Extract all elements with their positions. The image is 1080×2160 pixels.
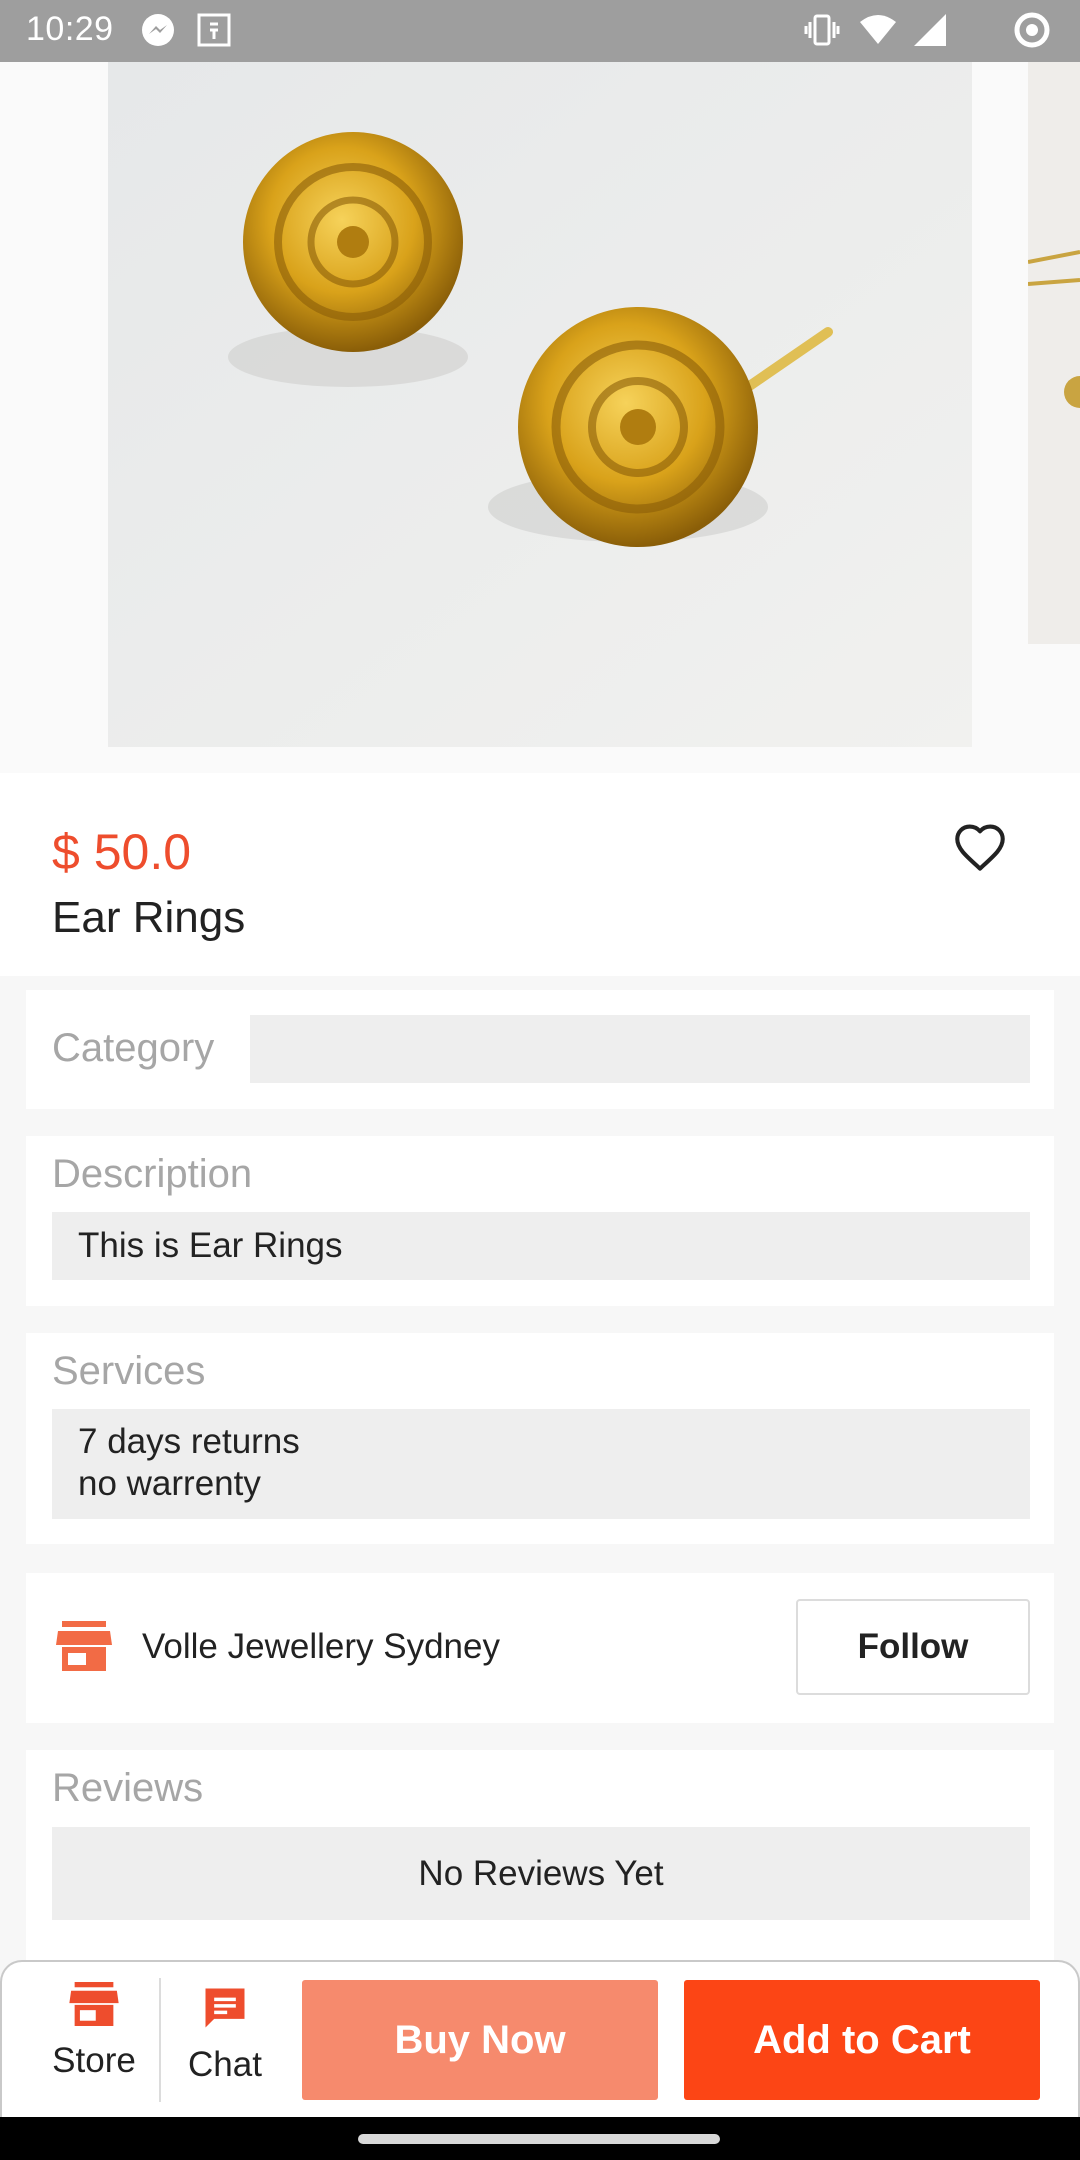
buy-now-button[interactable]: Buy Now [302, 1980, 658, 2100]
reviews-card: Reviews No Reviews Yet [26, 1750, 1054, 1960]
bottom-action-bar: Store Chat Buy Now Add to Cart [0, 1960, 1080, 2117]
vibrate-icon [802, 10, 842, 50]
reviews-empty-text: No Reviews Yet [52, 1827, 1030, 1920]
heart-icon [952, 822, 1008, 877]
store-icon [69, 1982, 119, 2031]
status-time: 10:29 [26, 10, 114, 48]
chat-nav-label: Chat [188, 2045, 262, 2084]
description-text: This is Ear Rings [52, 1212, 1030, 1280]
signal-icon [910, 10, 950, 50]
services-line-2: no warrenty [78, 1464, 261, 1503]
status-bar: 10:29 [0, 0, 1080, 62]
services-title: Services [52, 1349, 206, 1393]
chat-nav-button[interactable]: Chat [170, 1982, 280, 2102]
sync-icon [1012, 10, 1052, 50]
description-card: Description This is Ear Rings [26, 1136, 1054, 1306]
store-card[interactable]: Volle Jewellery Sydney Follow [26, 1573, 1054, 1723]
services-box: 7 days returns no warrenty [52, 1409, 1030, 1519]
store-nav-button[interactable]: Store [36, 1982, 152, 2102]
category-value [250, 1015, 1030, 1083]
follow-button[interactable]: Follow [796, 1599, 1030, 1695]
services-line-1: 7 days returns [78, 1422, 300, 1461]
next-product-image[interactable] [1028, 62, 1080, 644]
chat-icon [199, 1982, 251, 2039]
favorite-button[interactable] [948, 817, 1012, 881]
product-gallery[interactable] [0, 62, 1080, 773]
store-icon [56, 1621, 112, 1671]
system-navigation-bar [0, 2117, 1080, 2160]
category-card: Category [26, 990, 1054, 1109]
home-gesture-bar[interactable] [358, 2134, 720, 2144]
product-image[interactable] [108, 62, 972, 747]
nav-divider [159, 1978, 161, 2102]
e-icon [194, 10, 234, 50]
messenger-icon [138, 10, 178, 50]
services-card: Services 7 days returns no warrenty [26, 1333, 1054, 1544]
category-title: Category [52, 1026, 215, 1070]
store-nav-label: Store [52, 2041, 136, 2080]
add-to-cart-button[interactable]: Add to Cart [684, 1980, 1040, 2100]
price-panel: $ 50.0 Ear Rings [0, 773, 1080, 976]
store-name[interactable]: Volle Jewellery Sydney [142, 1627, 500, 1667]
wifi-icon [858, 10, 898, 50]
reviews-title: Reviews [52, 1766, 204, 1810]
product-price: $ 50.0 [52, 824, 192, 880]
description-title: Description [52, 1152, 253, 1196]
product-name: Ear Rings [52, 893, 246, 942]
